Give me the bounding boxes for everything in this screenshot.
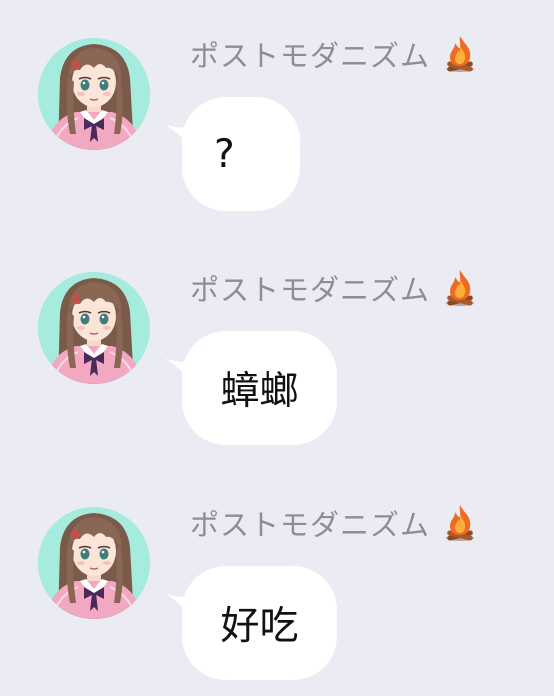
message-bubble[interactable]: 蟑螂 bbox=[182, 331, 337, 445]
sender-row: ポストモダニズム bbox=[190, 266, 478, 310]
chat-message: ポストモダニズム 好吃 bbox=[0, 493, 554, 693]
chat-message: ポストモダニズム 蟑螂 bbox=[0, 258, 554, 458]
fire-icon bbox=[442, 34, 478, 74]
sender-name: ポストモダニズム bbox=[190, 39, 431, 73]
anime-girl-avatar-icon[interactable] bbox=[38, 272, 150, 384]
anime-girl-avatar-icon[interactable] bbox=[38, 38, 150, 150]
sender-name: ポストモダニズム bbox=[190, 508, 431, 542]
message-text: 蟑螂 bbox=[220, 369, 299, 414]
sender-row: ポストモダニズム bbox=[190, 501, 478, 545]
message-text: ? bbox=[214, 131, 235, 177]
anime-girl-avatar-icon[interactable] bbox=[38, 507, 150, 619]
message-bubble[interactable]: ? bbox=[182, 97, 300, 211]
fire-icon bbox=[442, 268, 478, 308]
message-text: 好吃 bbox=[220, 604, 299, 649]
sender-name: ポストモダニズム bbox=[190, 273, 431, 307]
chat-message: ポストモダニズム ? bbox=[0, 24, 554, 224]
fire-icon bbox=[442, 503, 478, 543]
sender-row: ポストモダニズム bbox=[190, 32, 478, 76]
message-bubble[interactable]: 好吃 bbox=[182, 566, 337, 680]
